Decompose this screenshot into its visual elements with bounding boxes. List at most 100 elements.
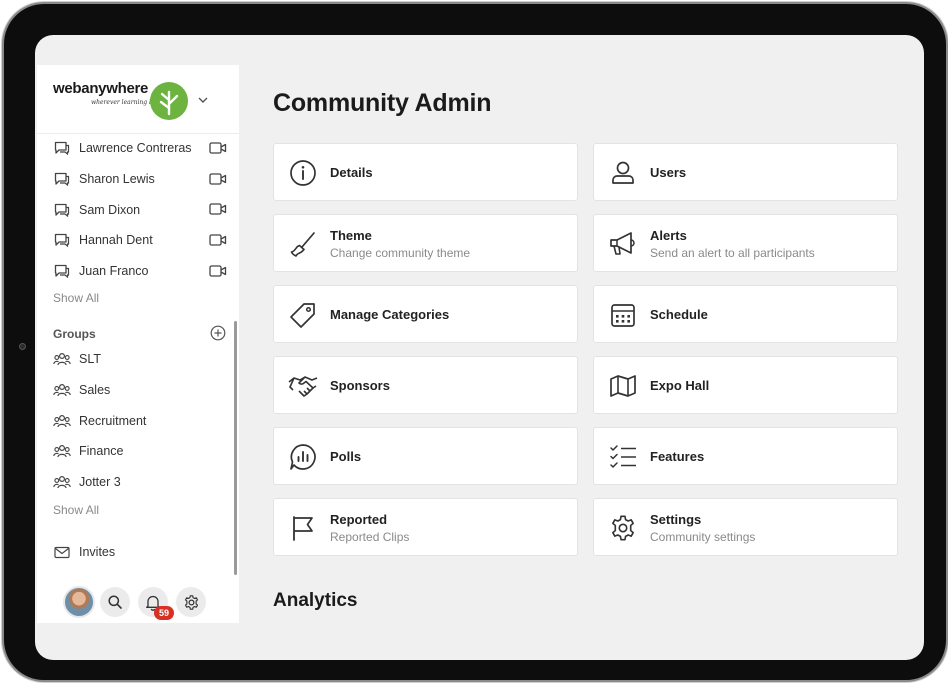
- chat-icon: [53, 231, 71, 249]
- person-name: Lawrence Contreras: [79, 141, 192, 156]
- group-icon: [53, 350, 71, 368]
- card-title: Schedule: [650, 307, 708, 322]
- list-item-group[interactable]: Sales: [37, 375, 239, 406]
- card-title: Reported: [330, 512, 388, 527]
- list-item-group[interactable]: Finance: [37, 436, 239, 467]
- video-icon[interactable]: [209, 171, 227, 187]
- gear-icon: [608, 513, 638, 543]
- sponsors-card[interactable]: Sponsors: [273, 356, 578, 414]
- chevron-down-icon[interactable]: [197, 94, 209, 106]
- card-subtitle: Change community theme: [330, 246, 471, 260]
- search-icon: [108, 595, 122, 609]
- flag-icon: [288, 513, 318, 543]
- list-item-person[interactable]: Lawrence Contreras: [37, 133, 239, 164]
- analytics-heading: Analytics: [273, 590, 358, 611]
- list-item-group[interactable]: Recruitment: [37, 405, 239, 436]
- notification-count-badge: 59: [154, 606, 174, 620]
- list-item-group[interactable]: Jotter 3: [37, 467, 239, 498]
- card-title: Users: [650, 165, 687, 180]
- video-icon[interactable]: [209, 201, 227, 217]
- card-subtitle: Send an alert to all participants: [650, 246, 815, 260]
- settings-card[interactable]: Settings Community settings: [593, 498, 898, 556]
- leaf-logo-icon: [150, 82, 188, 120]
- groups-list: SLT Sales Recruitment Finance Jotter 3: [37, 344, 239, 497]
- tag-icon: [288, 300, 318, 330]
- sidebar-footer: 59: [37, 584, 239, 623]
- list-item-person[interactable]: Hannah Dent: [37, 225, 239, 256]
- expo-hall-card[interactable]: Expo Hall: [593, 356, 898, 414]
- schedule-card[interactable]: Schedule: [593, 285, 898, 343]
- invites-label: Invites: [79, 545, 116, 560]
- person-name: Juan Franco: [79, 264, 149, 279]
- chat-icon: [53, 262, 71, 280]
- card-title: Polls: [330, 449, 362, 464]
- avatar[interactable]: [63, 586, 95, 618]
- group-icon: [53, 412, 71, 430]
- card-title: Theme: [330, 228, 372, 243]
- group-icon: [53, 442, 71, 460]
- theme-card[interactable]: Theme Change community theme: [273, 214, 578, 272]
- calendar-icon: [608, 300, 638, 330]
- list-item-person[interactable]: Sharon Lewis: [37, 164, 239, 195]
- list-item-person[interactable]: Sam Dixon: [37, 194, 239, 225]
- chat-icon: [53, 201, 71, 219]
- invites-link[interactable]: Invites: [37, 537, 239, 568]
- group-name: Jotter 3: [79, 475, 121, 490]
- handshake-icon: [288, 371, 318, 401]
- card-title: Features: [650, 449, 705, 464]
- polls-card[interactable]: Polls: [273, 427, 578, 485]
- megaphone-icon: [608, 229, 638, 259]
- manage-categories-card[interactable]: Manage Categories: [273, 285, 578, 343]
- video-icon[interactable]: [209, 232, 227, 248]
- user-icon: [608, 158, 638, 188]
- list-item-person[interactable]: Juan Franco: [37, 256, 239, 287]
- card-title: Expo Hall: [650, 378, 710, 393]
- features-card[interactable]: Features: [593, 427, 898, 485]
- chat-icon: [53, 170, 71, 188]
- video-icon[interactable]: [209, 263, 227, 279]
- add-group-icon[interactable]: [210, 325, 226, 341]
- tablet-frame: webanywhere wherever learning begins Law: [4, 4, 946, 680]
- card-title: Alerts: [650, 228, 687, 243]
- card-title: Details: [330, 165, 373, 180]
- card-title: Settings: [650, 512, 702, 527]
- list-item-group[interactable]: SLT: [37, 344, 239, 375]
- brand-logo[interactable]: webanywhere wherever learning begins: [53, 80, 213, 126]
- person-name: Sharon Lewis: [79, 172, 155, 187]
- sidebar: webanywhere wherever learning begins Law: [37, 65, 239, 623]
- screen: webanywhere wherever learning begins Law: [35, 35, 924, 660]
- group-name: Sales: [79, 383, 111, 398]
- details-card[interactable]: Details: [273, 143, 578, 201]
- checklist-icon: [608, 442, 638, 472]
- groups-show-all-link[interactable]: Show All: [53, 503, 99, 517]
- users-card[interactable]: Users: [593, 143, 898, 201]
- alerts-card[interactable]: Alerts Send an alert to all participants: [593, 214, 898, 272]
- settings-button[interactable]: [176, 587, 206, 617]
- chat-icon: [53, 139, 71, 157]
- camera-dot: [19, 343, 26, 350]
- page-title: Community Admin: [273, 89, 492, 117]
- people-show-all-link[interactable]: Show All: [53, 291, 99, 305]
- person-name: Sam Dixon: [79, 202, 141, 217]
- person-name: Hannah Dent: [79, 233, 153, 248]
- people-list: Lawrence Contreras Sharon Lewis Sam Dixo…: [37, 133, 239, 286]
- group-name: Recruitment: [79, 413, 147, 428]
- card-subtitle: Reported Clips: [330, 530, 410, 544]
- invites-list: Invites: [37, 537, 239, 568]
- mail-icon: [53, 543, 71, 561]
- card-title: Manage Categories: [330, 307, 450, 322]
- brand-name: webanywhere: [53, 80, 149, 97]
- card-title: Sponsors: [330, 378, 390, 393]
- video-icon[interactable]: [209, 140, 227, 156]
- group-icon: [53, 473, 71, 491]
- poll-icon: [288, 442, 318, 472]
- info-icon: [288, 158, 318, 188]
- reported-card[interactable]: Reported Reported Clips: [273, 498, 578, 556]
- groups-heading: Groups: [53, 327, 96, 341]
- card-subtitle: Community settings: [650, 530, 756, 544]
- brush-icon: [288, 229, 318, 259]
- search-button[interactable]: [100, 587, 130, 617]
- gear-icon: [184, 594, 198, 610]
- group-icon: [53, 381, 71, 399]
- sidebar-scrollbar[interactable]: [234, 321, 237, 575]
